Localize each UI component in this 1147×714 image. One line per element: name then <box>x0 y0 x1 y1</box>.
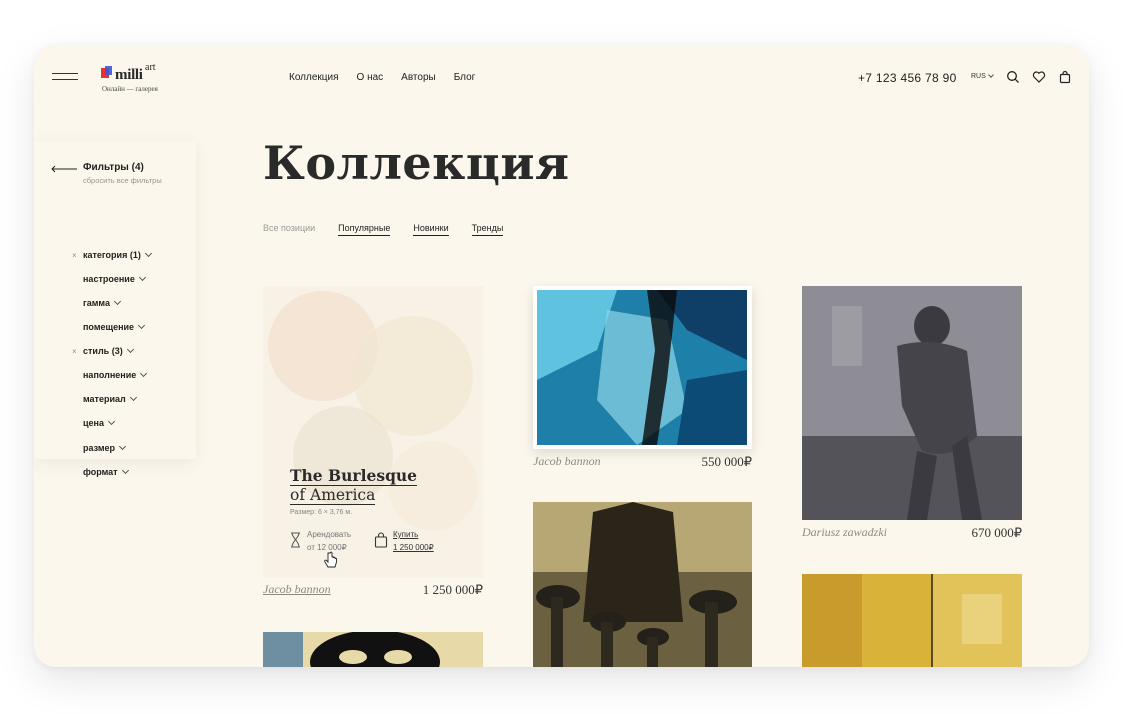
filter-label: помещение <box>83 322 135 332</box>
artist-name[interactable]: Jacob bannon <box>263 582 331 597</box>
artwork-price: 1 250 000₽ <box>422 582 483 597</box>
artwork-card[interactable] <box>802 574 1022 667</box>
tab-trends[interactable]: Тренды <box>471 223 504 236</box>
filter-label: стиль (3) <box>83 346 123 356</box>
artwork-title-line2[interactable]: of America <box>290 486 376 505</box>
filter-label: цена <box>83 418 104 428</box>
artwork-card[interactable] <box>533 286 752 449</box>
artwork-card[interactable] <box>263 632 483 667</box>
chevron-down-icon <box>121 466 129 475</box>
filter-mood[interactable]: настроение <box>83 273 146 284</box>
remove-filter-icon[interactable]: × <box>72 251 77 260</box>
chevron-down-icon <box>107 417 116 426</box>
filter-label: гамма <box>83 298 110 308</box>
language-label: RUS <box>971 73 986 80</box>
filter-format[interactable]: формат <box>83 466 129 477</box>
logo-mark-icon <box>101 66 112 78</box>
artwork-card-hovered[interactable]: The Burlesque of America Размер: 6 × 3,7… <box>263 286 483 578</box>
artwork-image <box>263 632 483 667</box>
filter-category[interactable]: категория (1) <box>83 249 152 260</box>
chevron-down-icon <box>113 297 122 306</box>
collection-tabs: Все позиции Популярные Новинки Тренды <box>263 223 504 236</box>
tab-all[interactable]: Все позиции <box>263 223 315 236</box>
buy-label: Купить <box>393 530 419 539</box>
filter-label: категория (1) <box>83 250 141 260</box>
filters-title: Фильтры (4) <box>83 162 144 173</box>
menu-icon[interactable] <box>52 73 78 81</box>
filter-style[interactable]: стиль (3) <box>83 345 134 356</box>
artwork-card[interactable] <box>802 286 1022 520</box>
artwork-price: 670 000₽ <box>971 525 1022 540</box>
artwork-image <box>537 290 747 445</box>
filter-palette[interactable]: гамма <box>83 297 122 308</box>
filter-material[interactable]: материал <box>83 393 137 404</box>
bag-icon <box>374 532 388 548</box>
logo-text: milli <box>115 67 143 83</box>
chevron-down-icon <box>138 321 146 330</box>
filter-filling[interactable]: наполнение <box>83 369 148 380</box>
arrow-left-icon[interactable] <box>51 165 77 173</box>
artwork-title-line1[interactable]: The Burlesque <box>290 466 418 486</box>
phone-number[interactable]: +7 123 456 78 90 <box>858 71 957 85</box>
hourglass-icon <box>291 532 300 548</box>
rent-label: Арендовать <box>307 530 352 539</box>
logo[interactable]: milli art Онлайн — галерея <box>98 61 178 97</box>
filter-price[interactable]: цена <box>83 417 116 428</box>
logo-tagline: Онлайн — галерея <box>102 85 158 93</box>
tab-new[interactable]: Новинки <box>413 223 449 236</box>
nav-blog[interactable]: Блог <box>454 72 476 83</box>
artwork-image <box>533 502 752 667</box>
logo-sup: art <box>145 62 156 73</box>
reset-filters-link[interactable]: сбросить все фильтры <box>83 176 162 185</box>
chevron-down-icon <box>987 72 994 78</box>
search-icon[interactable] <box>1006 70 1020 84</box>
filter-label: наполнение <box>83 370 137 380</box>
cart-icon[interactable] <box>1058 70 1072 84</box>
artist-name[interactable]: Jacob bannon <box>533 454 601 469</box>
heart-icon[interactable] <box>1032 70 1046 84</box>
artwork-image <box>802 574 1022 667</box>
chevron-down-icon <box>138 273 146 282</box>
artwork-size: Размер: 6 × 3,76 м. <box>290 509 353 516</box>
filter-label: формат <box>83 467 118 477</box>
artwork-price: 550 000₽ <box>701 454 752 469</box>
buy-price: 1 250 000₽ <box>393 543 434 552</box>
chevron-down-icon <box>118 442 127 451</box>
chevron-down-icon <box>129 393 137 402</box>
nav-about[interactable]: О нас <box>357 72 384 83</box>
chevron-down-icon <box>126 345 134 354</box>
chevron-down-icon <box>140 369 148 378</box>
nav-collection[interactable]: Коллекция <box>289 72 339 83</box>
chevron-down-icon <box>144 249 152 258</box>
artwork-image <box>802 286 1022 520</box>
hand-cursor-icon <box>324 551 337 568</box>
language-selector[interactable]: RUS <box>971 72 994 80</box>
nav-authors[interactable]: Авторы <box>401 72 436 83</box>
filter-label: размер <box>83 443 116 453</box>
page-title: Коллекция <box>263 136 570 190</box>
filter-size[interactable]: размер <box>83 442 127 453</box>
main-nav: Коллекция О нас Авторы Блог <box>289 72 475 83</box>
app-window: milli art Онлайн — галерея Коллекция О н… <box>34 45 1089 667</box>
artist-name[interactable]: Dariusz zawadzki <box>802 525 887 540</box>
filter-label: материал <box>83 394 126 404</box>
tab-popular[interactable]: Популярные <box>338 223 391 236</box>
filters-panel: Фильтры (4) сбросить все фильтры × катег… <box>34 141 196 459</box>
filter-room[interactable]: помещение <box>83 321 146 332</box>
artwork-card[interactable] <box>533 502 752 667</box>
filter-label: настроение <box>83 274 135 284</box>
remove-filter-icon[interactable]: × <box>72 347 77 356</box>
